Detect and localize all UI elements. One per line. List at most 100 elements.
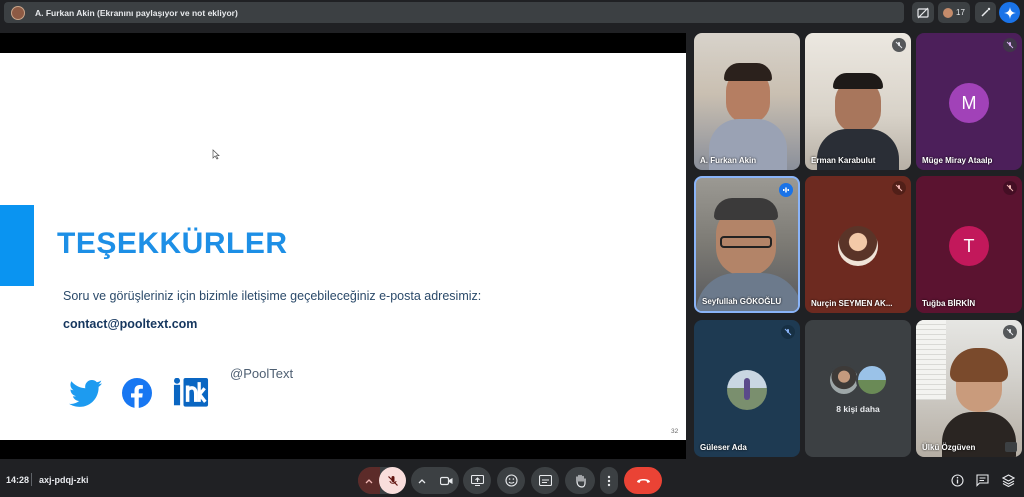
participant-name: A. Furkan Akin bbox=[700, 156, 757, 165]
mic-off-icon bbox=[895, 184, 903, 192]
more-participants-tile[interactable]: 8 kişi daha bbox=[805, 320, 911, 457]
participant-tile[interactable]: Erman Karabulut bbox=[805, 33, 911, 170]
chat-icon bbox=[975, 473, 989, 487]
camera-icon bbox=[439, 476, 452, 485]
presentation-area[interactable]: TEŞEKKÜRLER Soru ve görüşleriniz için bi… bbox=[0, 33, 686, 459]
window-blinds bbox=[916, 320, 946, 400]
avatar-figure bbox=[744, 378, 750, 400]
participant-tile[interactable]: A. Furkan Akin bbox=[694, 33, 800, 170]
activities-icon bbox=[1001, 473, 1015, 487]
more-participants-label: 8 kişi daha bbox=[836, 404, 880, 414]
participant-tile[interactable]: Seyfullah GÖKOĞLU bbox=[694, 176, 800, 313]
hide-tiles-button[interactable] bbox=[912, 2, 934, 23]
participant-name: Seyfullah GÖKOĞLU bbox=[702, 297, 782, 306]
participant-glasses bbox=[720, 236, 772, 248]
participant-hair bbox=[724, 63, 772, 81]
slide-title: TEŞEKKÜRLER bbox=[57, 227, 288, 260]
presenter-banner[interactable]: A. Furkan Akin (Ekranını paylaşıyor ve n… bbox=[4, 2, 904, 23]
participant-tile[interactable]: Nurçin SEYMEN AK... bbox=[805, 176, 911, 313]
slide-email: contact@pooltext.com bbox=[63, 317, 198, 331]
presenter-label: A. Furkan Akin (Ekranını paylaşıyor ve n… bbox=[35, 7, 238, 18]
meeting-clock: 14:28 bbox=[6, 475, 30, 485]
participant-name: Müge Miray Ataalp bbox=[922, 156, 993, 165]
speaking-indicator bbox=[779, 183, 793, 197]
mic-off-indicator bbox=[892, 181, 906, 195]
participant-shirt bbox=[696, 273, 798, 311]
mic-toggle-button[interactable] bbox=[379, 467, 406, 494]
slide-page-number: 32 bbox=[671, 428, 679, 435]
hand-icon bbox=[575, 474, 586, 488]
camera-toggle-button[interactable] bbox=[433, 467, 459, 494]
more-vert-icon bbox=[607, 475, 611, 486]
participant-hair bbox=[950, 348, 1008, 382]
participants-avatar-icon bbox=[943, 7, 954, 18]
video-options-button[interactable] bbox=[411, 467, 433, 494]
top-bar: A. Furkan Akin (Ekranını paylaşıyor ve n… bbox=[0, 0, 1024, 26]
chevron-up-icon bbox=[418, 478, 426, 483]
participant-name: Ülkü Özgüven bbox=[922, 443, 976, 452]
raise-hand-button[interactable] bbox=[565, 467, 595, 494]
audio-options-button[interactable] bbox=[358, 467, 380, 494]
participant-tile[interactable]: Güleser Ada bbox=[694, 320, 800, 457]
presenter-avatar bbox=[11, 5, 25, 20]
divider bbox=[31, 473, 32, 486]
mic-off-icon bbox=[1006, 184, 1014, 192]
mic-off-icon bbox=[1006, 41, 1014, 49]
participant-hair bbox=[833, 73, 883, 89]
emoji-icon bbox=[504, 474, 518, 487]
mic-off-icon bbox=[784, 328, 792, 336]
participant-tile[interactable]: Ülkü Özgüven bbox=[916, 320, 1022, 457]
mic-off-indicator bbox=[1003, 181, 1017, 195]
twitter-icon bbox=[69, 380, 103, 407]
participant-name: Güleser Ada bbox=[700, 443, 747, 452]
mic-off-icon bbox=[1006, 328, 1014, 336]
hang-up-icon bbox=[636, 479, 650, 483]
captions-button[interactable] bbox=[531, 467, 559, 494]
mic-off-icon bbox=[387, 475, 398, 486]
meeting-code[interactable]: axj-pdqj-zki bbox=[39, 475, 89, 485]
participants-button[interactable]: 17 bbox=[938, 2, 970, 23]
meeting-info-button[interactable] bbox=[949, 472, 965, 488]
participant-hair bbox=[714, 198, 778, 220]
participant-count: 17 bbox=[956, 8, 965, 17]
sparkle-icon bbox=[1003, 6, 1016, 19]
captions-icon bbox=[538, 475, 552, 486]
gemini-button[interactable] bbox=[999, 2, 1020, 23]
mic-off-indicator bbox=[1003, 325, 1017, 339]
pip-icon[interactable] bbox=[1005, 442, 1017, 452]
participant-name: Tuğba BİRKİN bbox=[922, 299, 976, 308]
mic-off-indicator bbox=[892, 38, 906, 52]
slide-social-handle: @PoolText bbox=[230, 366, 294, 381]
facebook-icon bbox=[122, 378, 152, 408]
chevron-up-icon bbox=[365, 478, 373, 483]
end-call-button[interactable] bbox=[624, 467, 662, 494]
chat-button[interactable] bbox=[974, 472, 990, 488]
mouse-cursor-icon bbox=[212, 149, 220, 160]
info-icon bbox=[950, 473, 964, 487]
tools-button[interactable] bbox=[975, 2, 996, 23]
wand-icon bbox=[981, 7, 991, 17]
linkedin-icon bbox=[173, 378, 209, 407]
participant-avatar-photo bbox=[838, 226, 878, 266]
mic-off-icon bbox=[895, 41, 903, 49]
participant-avatar: M bbox=[949, 83, 989, 123]
participant-name: Nurçin SEYMEN AK... bbox=[811, 299, 893, 308]
present-button[interactable] bbox=[463, 467, 491, 494]
mic-control-group bbox=[358, 467, 406, 494]
participant-tile[interactable]: T Tuğba BİRKİN bbox=[916, 176, 1022, 313]
slide-contact-text: Soru ve görüşleriniz için bizimle iletiş… bbox=[63, 289, 482, 303]
audio-level-icon bbox=[783, 187, 789, 193]
mic-off-indicator bbox=[1003, 38, 1017, 52]
slide: TEŞEKKÜRLER Soru ve görüşleriniz için bi… bbox=[0, 53, 686, 440]
reactions-button[interactable] bbox=[497, 467, 525, 494]
activities-button[interactable] bbox=[1000, 472, 1016, 488]
participant-tile[interactable]: M Müge Miray Ataalp bbox=[916, 33, 1022, 170]
participant-avatar-photo bbox=[856, 364, 888, 396]
hide-video-icon bbox=[917, 7, 929, 18]
camera-control-group bbox=[411, 467, 459, 494]
more-options-button[interactable] bbox=[600, 467, 618, 494]
mic-off-indicator bbox=[781, 325, 795, 339]
present-screen-icon bbox=[470, 475, 484, 486]
participant-avatar: T bbox=[949, 226, 989, 266]
participant-name: Erman Karabulut bbox=[811, 156, 876, 165]
